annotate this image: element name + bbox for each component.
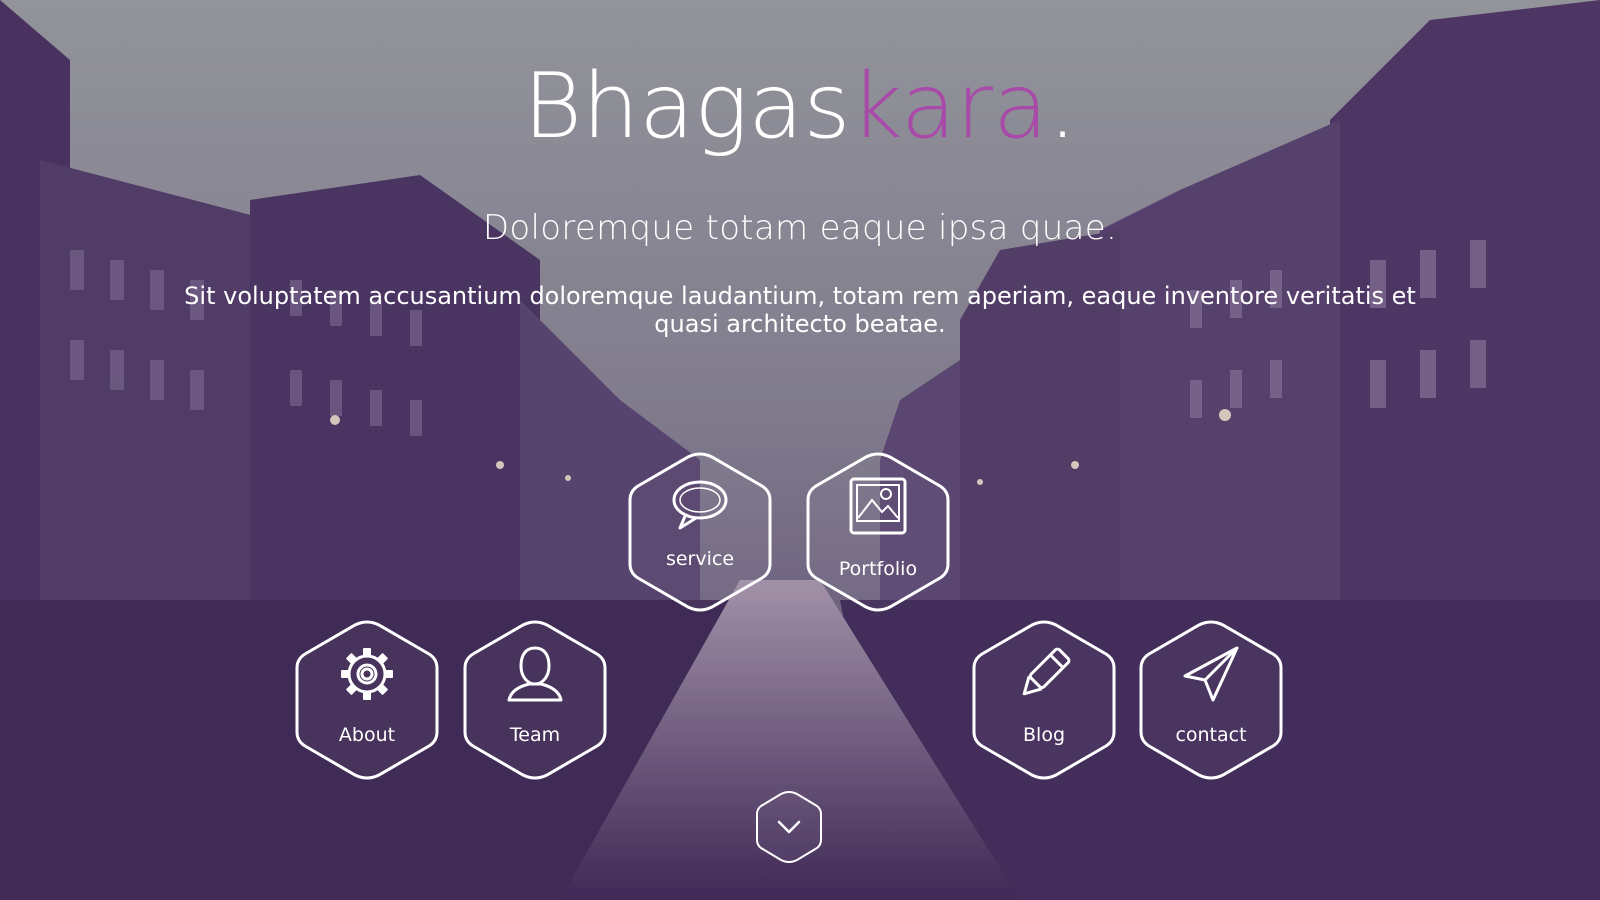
speech-bubble-icon [672, 480, 728, 530]
chevron-down-icon [756, 790, 822, 864]
nav-team-button[interactable]: Team [461, 618, 609, 782]
scroll-down-button[interactable] [755, 790, 823, 864]
nav-service-label: service [665, 548, 735, 570]
hero-section: Bhagaskara. Doloremque totam eaque ipsa … [0, 0, 1600, 900]
site-title-accent: kara [850, 54, 1049, 159]
nav-blog-label: Blog [1023, 724, 1065, 746]
pencil-icon [1022, 647, 1071, 696]
image-icon [849, 477, 907, 535]
nav-portfolio-button[interactable]: Portfolio [804, 450, 952, 614]
nav-contact-button[interactable]: contact [1137, 618, 1285, 782]
site-title-part1: Bhagas [523, 54, 851, 159]
hero-subtitle: Doloremque totam eaque ipsa quae. [482, 208, 1118, 248]
nav-about-label: About [338, 724, 396, 746]
nav-service-button[interactable]: service [626, 450, 774, 614]
nav-team-label: Team [509, 724, 561, 746]
nav-about-button[interactable]: About [293, 618, 441, 782]
user-icon [507, 646, 563, 702]
gear-icon [341, 648, 393, 700]
hero-description: Sit voluptatem accusantium doloremque la… [184, 282, 1416, 338]
nav-blog-button[interactable]: Blog [970, 618, 1118, 782]
paper-plane-icon [1183, 646, 1239, 702]
nav-portfolio-label: Portfolio [838, 558, 918, 580]
site-title-dot: . [1048, 54, 1077, 159]
site-title: Bhagaskara. [0, 62, 1600, 152]
nav-contact-label: contact [1175, 724, 1247, 746]
